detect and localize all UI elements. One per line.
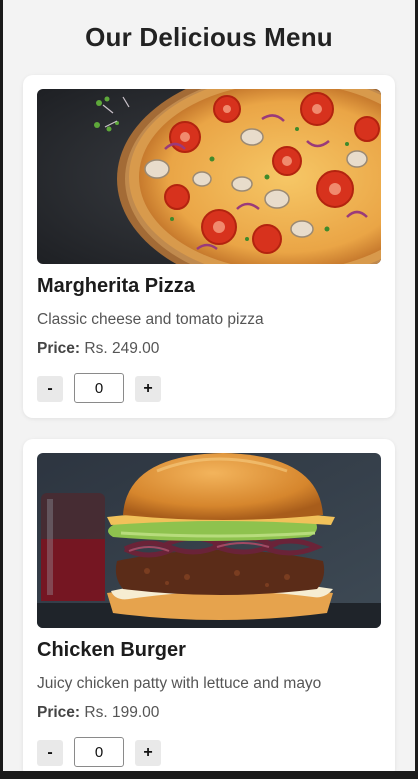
price-value: Rs. 249.00 — [84, 340, 160, 357]
item-price: Price: Rs. 249.00 — [37, 340, 159, 358]
decrease-quantity-button[interactable]: - — [37, 376, 63, 402]
price-label: Price: — [37, 704, 81, 721]
burger-image — [37, 453, 381, 628]
price-value: Rs. 199.00 — [84, 704, 160, 721]
decrease-quantity-button[interactable]: - — [37, 740, 63, 766]
item-name: Chicken Burger — [37, 639, 186, 661]
quantity-input[interactable] — [74, 737, 124, 767]
item-name: Margherita Pizza — [37, 275, 195, 297]
price-label: Price: — [37, 340, 81, 357]
quantity-input[interactable] — [74, 373, 124, 403]
page-title: Our Delicious Menu — [85, 22, 333, 52]
menu-item-card: Margherita Pizza Classic cheese and toma… — [23, 75, 395, 418]
item-description: Juicy chicken patty with lettuce and may… — [37, 675, 322, 692]
pizza-image — [37, 89, 381, 264]
increase-quantity-button[interactable]: + — [135, 376, 161, 402]
item-description: Classic cheese and tomato pizza — [37, 311, 264, 328]
menu-item-card: Chicken Burger Juicy chicken patty with … — [23, 439, 395, 771]
increase-quantity-button[interactable]: + — [135, 740, 161, 766]
item-price: Price: Rs. 199.00 — [37, 704, 159, 722]
menu-page: Our Delicious Menu Margherita Pizza Clas… — [3, 0, 415, 771]
